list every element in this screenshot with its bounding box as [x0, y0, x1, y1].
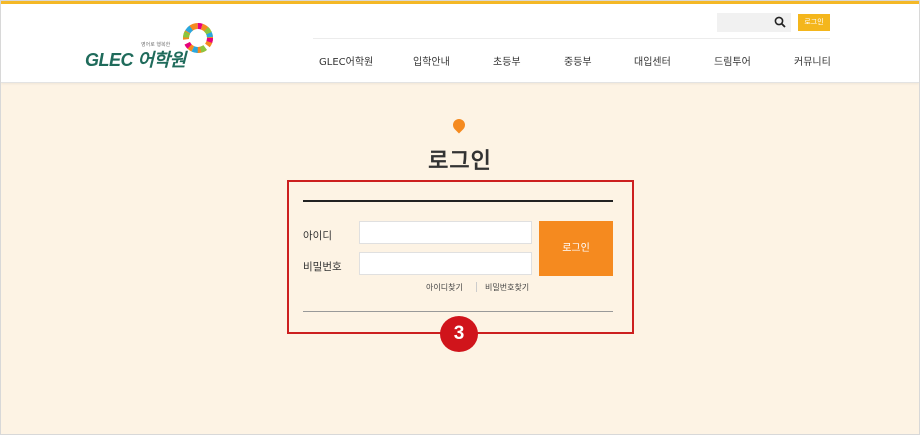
title-marker-icon [450, 116, 468, 134]
nav-item-elementary[interactable]: 초등부 [493, 53, 521, 68]
find-password-link[interactable]: 비밀번호찾기 [485, 282, 529, 293]
logo-text: GLEC 어학원 [85, 50, 186, 70]
id-label: 아이디 [303, 230, 332, 242]
find-id-link[interactable]: 아이디찾기 [426, 282, 463, 293]
nav-item-admission[interactable]: 입학안내 [413, 53, 450, 68]
nav-item-college[interactable]: 대입센터 [634, 53, 671, 68]
nav-item-middle[interactable]: 중등부 [564, 53, 592, 68]
form-bottom-rule [303, 311, 613, 312]
step-number-badge: 3 [440, 316, 478, 352]
search-icon[interactable] [774, 16, 786, 28]
id-field[interactable] [359, 221, 532, 244]
password-field[interactable] [359, 252, 532, 275]
nav-item-community[interactable]: 커뮤니티 [794, 53, 831, 68]
form-top-rule [303, 200, 613, 202]
nav-item-glec[interactable]: GLEC어학원 [319, 53, 373, 68]
nav-item-dreamtour[interactable]: 드림투어 [714, 53, 751, 68]
search-input[interactable] [717, 13, 791, 32]
logo[interactable]: 영어로 행복한 GLEC 어학원 [85, 21, 225, 75]
page-frame: 영어로 행복한 GLEC 어학원 로그인 GLEC어학원 입학안내 초등부 중등… [0, 0, 920, 435]
main-nav: GLEC어학원 입학안내 초등부 중등부 대입센터 드림투어 커뮤니티 [301, 53, 841, 69]
password-label: 비밀번호 [303, 261, 342, 273]
login-button[interactable]: 로그인 [539, 221, 613, 276]
header-divider [313, 38, 830, 39]
link-divider [476, 282, 477, 292]
page-title: 로그인 [428, 149, 492, 174]
logo-ring-icon [183, 23, 213, 53]
header-login-button[interactable]: 로그인 [798, 14, 830, 31]
site-header: 영어로 행복한 GLEC 어학원 로그인 GLEC어학원 입학안내 초등부 중등… [1, 4, 919, 83]
